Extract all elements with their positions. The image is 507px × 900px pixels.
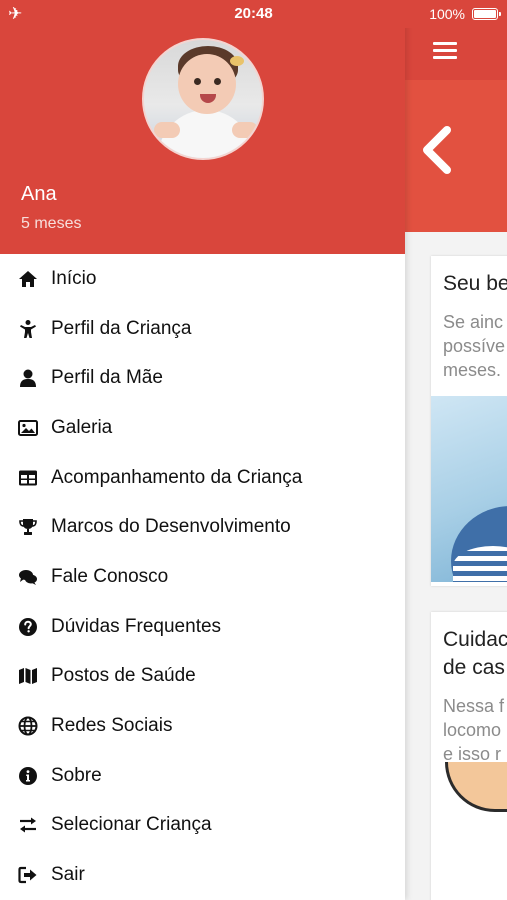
menu-item-sair[interactable]: Sair <box>0 850 405 900</box>
battery-icon <box>472 8 501 20</box>
card-title: Cuidac de cas <box>443 628 507 679</box>
map-icon <box>17 665 39 687</box>
child-age: 5 meses <box>21 215 82 232</box>
menu-item-label: Selecionar Criança <box>51 814 212 836</box>
menu-item-label: Redes Sociais <box>51 715 173 737</box>
menu-item-label: Perfil da Criança <box>51 317 192 339</box>
hamburger-menu-icon[interactable] <box>433 42 457 60</box>
child-icon <box>17 318 39 340</box>
menu-item-fale-conosco[interactable]: Fale Conosco <box>0 552 405 602</box>
drawer-menu: Início Perfil da Criança Perfil da Mãe G… <box>0 254 405 900</box>
menu-item-galeria[interactable]: Galeria <box>0 403 405 453</box>
battery-percent: 100% <box>429 6 465 22</box>
table-icon <box>17 467 39 489</box>
trophy-icon <box>17 516 39 538</box>
card-title: Seu be <box>443 272 507 295</box>
globe-icon <box>17 715 39 737</box>
menu-item-label: Perfil da Mãe <box>51 367 163 389</box>
menu-item-label: Sair <box>51 864 85 886</box>
status-bar: ✈ 20:48 100% <box>0 0 507 28</box>
avatar[interactable] <box>142 38 264 160</box>
sign-out-icon <box>17 864 39 886</box>
card-image <box>431 396 507 582</box>
navigation-drawer: Ana 5 meses Início Perfil da Criança Per… <box>0 0 405 900</box>
menu-item-redes-sociais[interactable]: Redes Sociais <box>0 701 405 751</box>
menu-item-label: Sobre <box>51 764 102 786</box>
menu-item-sobre[interactable]: Sobre <box>0 751 405 801</box>
menu-item-label: Postos de Saúde <box>51 665 196 687</box>
child-name: Ana <box>21 183 57 205</box>
home-icon <box>17 268 39 290</box>
menu-item-marcos[interactable]: Marcos do Desenvolvimento <box>0 502 405 552</box>
image-icon <box>17 417 39 439</box>
drawer-header: Ana 5 meses <box>0 0 405 254</box>
user-icon <box>17 367 39 389</box>
menu-item-label: Fale Conosco <box>51 565 169 587</box>
chevron-left-icon[interactable] <box>417 120 457 180</box>
card-text: Nessa f locomo e isso r <box>443 696 505 764</box>
comments-icon <box>17 566 39 588</box>
menu-item-label: Dúvidas Frequentes <box>51 615 222 637</box>
menu-item-perfil-mae[interactable]: Perfil da Mãe <box>0 353 405 403</box>
menu-item-inicio[interactable]: Início <box>0 254 405 304</box>
card-image <box>445 762 507 812</box>
menu-item-postos[interactable]: Postos de Saúde <box>0 652 405 702</box>
question-circle-icon <box>17 616 39 638</box>
menu-item-label: Início <box>51 267 97 289</box>
card-text: Se ainc possíve meses. <box>443 312 506 380</box>
menu-item-acompanhamento[interactable]: Acompanhamento da Criança <box>0 453 405 503</box>
article-card[interactable]: Seu be Se ainc possíve meses. <box>431 256 507 586</box>
banner <box>405 80 507 232</box>
exchange-icon <box>17 814 39 836</box>
article-card[interactable]: Cuidac de cas Nessa f locomo e isso r <box>431 612 507 900</box>
menu-item-label: Marcos do Desenvolvimento <box>51 516 291 538</box>
menu-item-selecionar-crianca[interactable]: Selecionar Criança <box>0 801 405 851</box>
info-circle-icon <box>17 765 39 787</box>
menu-item-duvidas[interactable]: Dúvidas Frequentes <box>0 602 405 652</box>
menu-item-perfil-crianca[interactable]: Perfil da Criança <box>0 304 405 354</box>
menu-item-label: Acompanhamento da Criança <box>51 466 303 488</box>
background-page: Seu be Se ainc possíve meses. Cuidac de … <box>405 0 507 900</box>
menu-item-label: Galeria <box>51 416 113 438</box>
